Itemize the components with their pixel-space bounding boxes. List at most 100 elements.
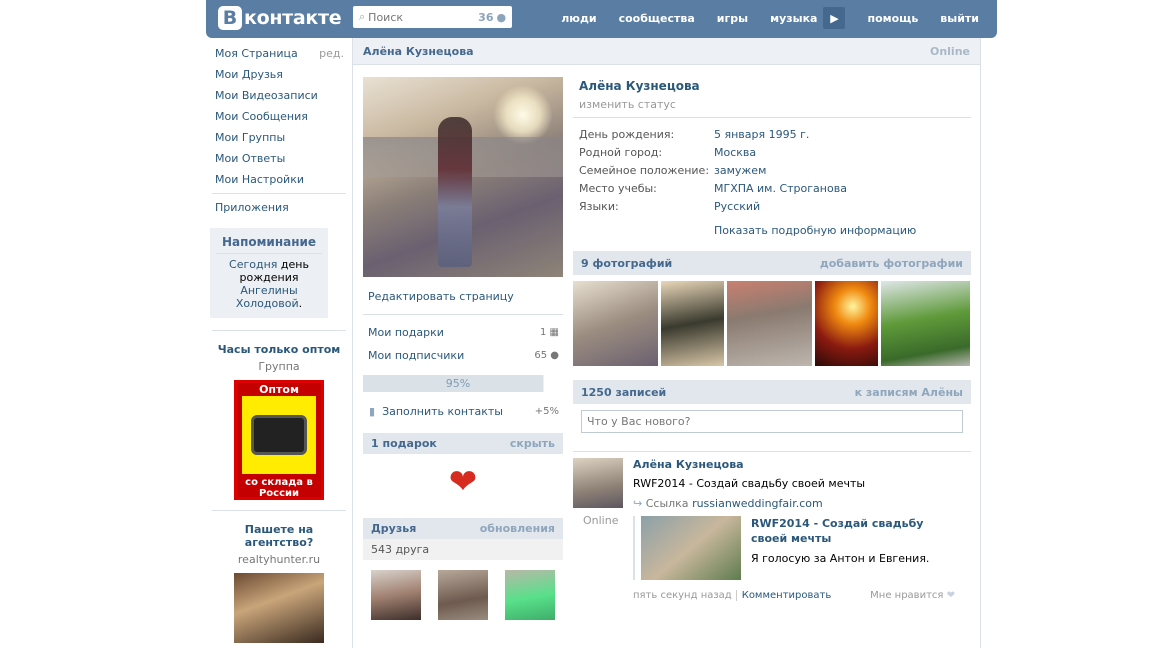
left-sidebar: Моя Страница ред. Мои Друзья Мои Видеозап… bbox=[206, 38, 352, 643]
wall-header: 1250 записей к записям Алёны bbox=[573, 380, 971, 404]
to-posts-link[interactable]: к записям Алёны bbox=[855, 386, 963, 399]
nav-music[interactable]: музыка bbox=[770, 12, 817, 25]
photo-thumb[interactable] bbox=[727, 281, 812, 366]
nav-help[interactable]: помощь bbox=[867, 12, 918, 25]
post-link[interactable]: russianweddingfair.com bbox=[692, 497, 823, 510]
reminder-box: Напоминание Сегодня день рождения Ангели… bbox=[210, 228, 328, 318]
profile-info: День рождения: 5 января 1995 г. Родной го… bbox=[573, 118, 971, 216]
ad-image-bottom: со склада в России bbox=[245, 477, 313, 499]
phone-icon: ▮ bbox=[369, 405, 376, 418]
wall-title[interactable]: 1250 записей bbox=[581, 386, 666, 399]
nav-games[interactable]: игры bbox=[717, 12, 748, 25]
gifts-title[interactable]: 1 подарок bbox=[371, 437, 437, 450]
vk-logo[interactable]: B контакте bbox=[218, 5, 342, 31]
fill-contacts-label: Заполнить контакты bbox=[382, 405, 503, 418]
logo-text: контакте bbox=[244, 7, 342, 29]
edit-page-link[interactable]: Редактировать страницу bbox=[363, 285, 563, 308]
wall-post-input[interactable]: Что у Вас нового? bbox=[581, 410, 963, 433]
info-key: День рождения: bbox=[579, 128, 675, 141]
menu-messages[interactable]: Мои Сообщения bbox=[206, 106, 352, 127]
attachment-title[interactable]: RWF2014 - Создай свадьбу своей мечты bbox=[751, 516, 961, 546]
profile-titlebar: Алёна Кузнецова Online bbox=[353, 38, 980, 65]
play-icon[interactable]: ▶ bbox=[823, 7, 846, 29]
info-row: Родной город: Москва bbox=[579, 144, 965, 162]
friends-updates-link[interactable]: обновления bbox=[480, 522, 555, 535]
ad-watch-pic bbox=[242, 396, 316, 474]
photos-strip bbox=[573, 281, 971, 366]
menu-answers[interactable]: Мои Ответы bbox=[206, 148, 352, 169]
profile-completeness-bar: 95% bbox=[363, 375, 553, 392]
menu-videos[interactable]: Мои Видеозаписи bbox=[206, 85, 352, 106]
wall-post: Online Алёна Кузнецова RWF2014 - Создай … bbox=[573, 451, 971, 611]
change-status-link[interactable]: изменить статус bbox=[573, 98, 971, 118]
friend-avatar[interactable] bbox=[438, 570, 488, 620]
photo-thumb[interactable] bbox=[815, 281, 878, 366]
menu-my-page[interactable]: Моя Страница ред. bbox=[206, 43, 352, 64]
attachment-desc: Я голосую за Антон и Евгения. bbox=[751, 552, 930, 565]
my-subscribers-link[interactable]: Мои подписчики 65 ● bbox=[363, 344, 563, 367]
ad-agency[interactable]: Пашете на агентство? realtyhunter.ru bbox=[212, 510, 346, 643]
info-value[interactable]: Русский bbox=[714, 198, 760, 216]
post-time[interactable]: пять секунд назад bbox=[633, 590, 732, 601]
photo-thumb[interactable] bbox=[661, 281, 724, 366]
search-box[interactable]: ⌕ 36● bbox=[353, 6, 512, 28]
reminder-name[interactable]: Ангелины Холодовой bbox=[236, 284, 299, 310]
divider bbox=[363, 314, 563, 315]
ad-image[interactable]: Оптом со склада в России bbox=[234, 380, 324, 500]
info-value[interactable]: МГХПА им. Строганова bbox=[714, 180, 847, 198]
gifts-count-value: 1 bbox=[539, 327, 547, 338]
post-author-avatar[interactable] bbox=[573, 458, 623, 508]
photo-thumb[interactable] bbox=[573, 281, 658, 366]
nav-communities[interactable]: сообщества bbox=[619, 12, 695, 25]
ad-watches[interactable]: Часы только оптом Группа Оптом со склада… bbox=[212, 330, 346, 500]
friend-avatar[interactable] bbox=[371, 570, 421, 620]
menu-settings[interactable]: Мои Настройки bbox=[206, 169, 352, 190]
info-row: Семейное положение: замужем bbox=[579, 162, 965, 180]
post-body: Алёна Кузнецова RWF2014 - Создай свадьбу… bbox=[633, 458, 963, 601]
post-author-name[interactable]: Алёна Кузнецова bbox=[633, 458, 963, 471]
info-value[interactable]: Москва bbox=[714, 144, 756, 162]
info-value[interactable]: 5 января 1995 г. bbox=[714, 126, 809, 144]
friends-header: Друзья обновления bbox=[363, 518, 563, 539]
search-icon: ⌕ bbox=[359, 10, 366, 23]
add-photos-link[interactable]: добавить фотографии bbox=[820, 257, 963, 270]
person-icon: ● bbox=[496, 10, 507, 24]
side-menu: Моя Страница ред. Мои Друзья Мои Видеозап… bbox=[206, 38, 352, 190]
attachment-image[interactable] bbox=[641, 516, 741, 580]
ad-title[interactable]: Часы только оптом bbox=[212, 343, 346, 356]
ad-image[interactable] bbox=[234, 573, 324, 643]
show-more-info-link[interactable]: Показать подробную информацию bbox=[573, 224, 971, 237]
my-gifts-link[interactable]: Мои подарки 1 ▦ bbox=[363, 321, 563, 344]
comment-link[interactable]: Комментировать bbox=[735, 590, 831, 601]
gift-icon: ▦ bbox=[549, 327, 559, 338]
menu-apps[interactable]: Приложения bbox=[206, 197, 352, 218]
hide-gifts-link[interactable]: скрыть bbox=[510, 437, 555, 450]
fill-contacts-link[interactable]: ▮ Заполнить контакты +5% bbox=[363, 400, 563, 423]
gifts-label: Мои подарки bbox=[368, 326, 444, 339]
nav-logout[interactable]: выйти bbox=[940, 12, 979, 25]
reminder-today[interactable]: Сегодня bbox=[229, 258, 277, 271]
menu-friends[interactable]: Мои Друзья bbox=[206, 64, 352, 85]
ad-title[interactable]: Пашете на агентство? bbox=[212, 523, 346, 549]
search-input[interactable] bbox=[368, 10, 479, 24]
friend-avatar[interactable] bbox=[505, 570, 555, 620]
photos-header: 9 фотографий добавить фотографии bbox=[573, 251, 971, 275]
reminder-dot: . bbox=[298, 297, 303, 310]
profile-photo[interactable] bbox=[363, 77, 563, 277]
nav-people[interactable]: люди bbox=[561, 12, 596, 25]
like-button[interactable]: Мне нравится ❤ bbox=[870, 590, 955, 601]
heart-bouquet-icon[interactable]: ❤ bbox=[363, 454, 563, 510]
people-icon: ● bbox=[550, 350, 559, 361]
info-row: Языки: Русский bbox=[579, 198, 965, 216]
photos-title[interactable]: 9 фотографий bbox=[581, 257, 672, 270]
edit-link[interactable]: ред. bbox=[319, 43, 344, 64]
ad-image-top: Оптом bbox=[237, 383, 321, 396]
subs-count-value: 65 bbox=[534, 350, 548, 361]
post-attachment[interactable]: RWF2014 - Создай свадьбу своей мечты Я г… bbox=[633, 516, 963, 580]
friends-title[interactable]: Друзья bbox=[371, 522, 416, 535]
friends-count: 543 друга bbox=[363, 539, 563, 560]
profile-main: Алёна Кузнецова Online Редактировать стр… bbox=[352, 38, 981, 648]
photo-thumb[interactable] bbox=[881, 281, 970, 366]
menu-groups[interactable]: Мои Группы bbox=[206, 127, 352, 148]
info-value[interactable]: замужем bbox=[714, 162, 766, 180]
